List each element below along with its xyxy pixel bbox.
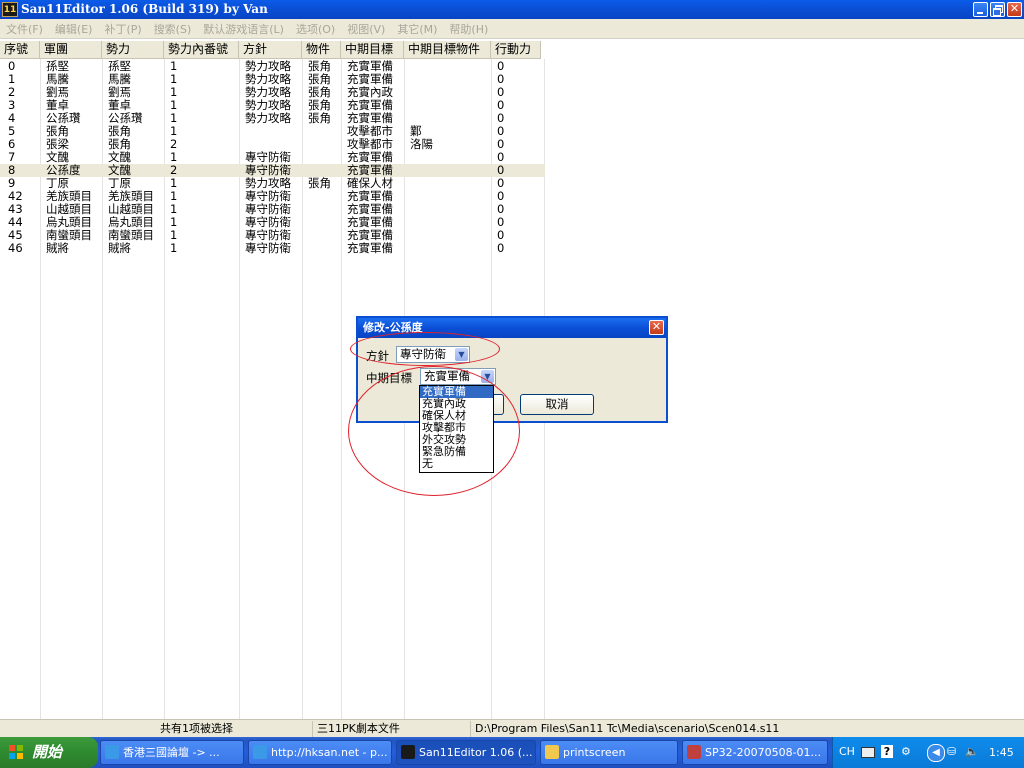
table-cell: 充實軍備 [347, 241, 393, 255]
annotation-ellipse [350, 332, 500, 366]
restore-button[interactable] [990, 2, 1005, 17]
table-cell: 張角 [308, 176, 331, 190]
column-header-force-no[interactable]: 勢力內番號 [164, 41, 239, 59]
menu-language[interactable]: 默认游戏语言(L) [197, 21, 290, 37]
table-cell: 專守防衛 [245, 241, 291, 255]
start-label: 開始 [32, 743, 63, 761]
menu-bar: 文件(F) 编辑(E) 补丁(P) 搜索(S) 默认游戏语言(L) 选项(O) … [0, 19, 1024, 39]
help-icon[interactable]: ? [881, 745, 893, 758]
task-label: 香港三國論壇 -> ... [123, 746, 220, 759]
status-filetype: 三11PK劇本文件 [312, 721, 467, 737]
column-header-corps[interactable]: 軍團 [40, 41, 102, 59]
task-label: printscreen [563, 746, 626, 759]
status-bar: 共有1项被选择 三11PK劇本文件 D:\Program Files\San11… [0, 719, 1024, 738]
title-bar: 11 San11Editor 1.06 (Build 319) by Van ✕ [0, 0, 1024, 19]
task-label: SP32-20070508-01... [705, 746, 822, 759]
table-cell: 賊將 [46, 241, 69, 255]
taskbar: 開始 香港三國論壇 -> ... http://hksan.net - p...… [0, 737, 1024, 768]
system-tray: CH ? ⚙ ◀ ⛁ 🔈 1:45 [832, 737, 1024, 768]
annotation-ellipse [348, 366, 520, 496]
menu-patch[interactable]: 补丁(P) [98, 21, 147, 37]
taskbar-item-forum[interactable]: 香港三國論壇 -> ... [100, 740, 244, 765]
table-cell: 1 [170, 241, 178, 255]
close-button[interactable]: ✕ [1007, 2, 1022, 17]
menu-view[interactable]: 视图(V) [341, 21, 391, 37]
table-cell: 賊將 [108, 241, 131, 255]
keyboard-icon[interactable] [861, 747, 875, 758]
column-header-force[interactable]: 勢力 [102, 41, 164, 59]
image-icon [687, 745, 701, 759]
cancel-button[interactable]: 取消 [520, 394, 594, 415]
table-cell: 0 [497, 241, 505, 255]
menu-other[interactable]: 其它(M) [391, 21, 443, 37]
taskbar-item-sp32[interactable]: SP32-20070508-01... [682, 740, 828, 765]
volume-icon[interactable]: 🔈 [965, 745, 979, 758]
column-header-action[interactable]: 行動力 [491, 41, 541, 59]
folder-icon [545, 745, 559, 759]
close-icon: ✕ [651, 320, 662, 333]
minimize-icon [977, 12, 983, 14]
menu-file[interactable]: 文件(F) [0, 21, 49, 37]
task-label: San11Editor 1.06 (... [419, 746, 533, 759]
start-button[interactable]: 開始 [0, 737, 98, 768]
column-header-index[interactable]: 序號 [0, 41, 40, 59]
column-header-object[interactable]: 物件 [302, 41, 341, 59]
menu-edit[interactable]: 编辑(E) [49, 21, 99, 37]
windows-logo-icon [9, 745, 23, 759]
taskbar-item-printscreen[interactable]: printscreen [540, 740, 678, 765]
table-row[interactable]: 4 公孫瓚 公孫瓚 1 勢力攻略 張角 充實軍備 0 [0, 112, 545, 125]
table-cell: 46 [8, 241, 23, 255]
table-cell: 勢力攻略 [245, 111, 291, 125]
browser-icon [253, 745, 267, 759]
app-icon: 11 [2, 2, 18, 17]
table-row[interactable]: 46 賊將 賊將 1 專守防衛 充實軍備 0 [0, 242, 545, 255]
browser-icon [105, 745, 119, 759]
app-icon [401, 745, 415, 759]
table-cell: 張角 [308, 111, 331, 125]
settings-icon[interactable]: ⚙ [901, 745, 911, 758]
column-header-goal[interactable]: 中期目標 [341, 41, 404, 59]
chevron-left-icon[interactable]: ◀ [927, 744, 945, 762]
network-icon[interactable]: ⛁ [947, 745, 956, 758]
column-header-goal-object[interactable]: 中期目標物件 [404, 41, 491, 59]
clock[interactable]: 1:45 [989, 746, 1014, 759]
taskbar-item-hksan[interactable]: http://hksan.net - p... [248, 740, 392, 765]
window-title: San11Editor 1.06 (Build 319) by Van [21, 2, 268, 16]
language-indicator[interactable]: CH [839, 745, 855, 758]
column-header-policy[interactable]: 方針 [239, 41, 302, 59]
minimize-button[interactable] [973, 2, 988, 17]
menu-help[interactable]: 帮助(H) [443, 21, 494, 37]
task-label: http://hksan.net - p... [271, 746, 388, 759]
dialog-close-button[interactable]: ✕ [649, 320, 664, 335]
table-row[interactable]: 5 張角 張角 1 攻擊都市鄴 0 [0, 125, 545, 138]
status-path: D:\Program Files\San11 Tc\Media\scenario… [470, 721, 1024, 737]
menu-search[interactable]: 搜索(S) [148, 21, 198, 37]
menu-options[interactable]: 选项(O) [290, 21, 341, 37]
status-selection: 共有1项被选择 [160, 722, 233, 735]
close-icon: ✕ [1009, 2, 1020, 15]
table-cell: 洛陽 [410, 137, 433, 151]
taskbar-item-san11editor[interactable]: San11Editor 1.06 (... [396, 740, 536, 765]
